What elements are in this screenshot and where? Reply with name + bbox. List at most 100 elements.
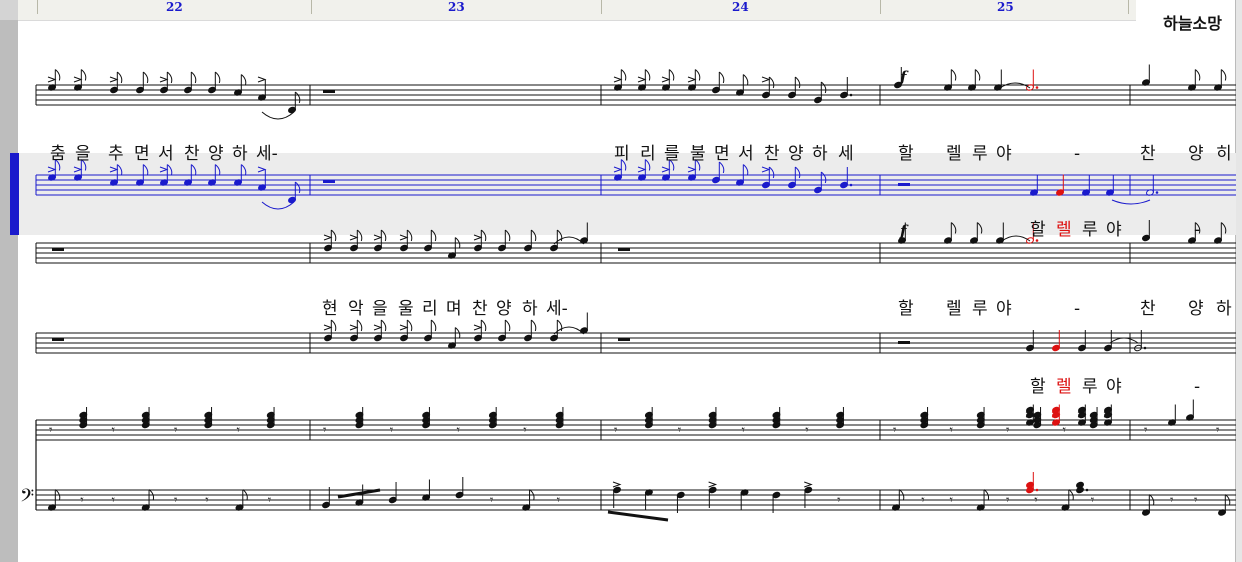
- rest: 𝄾: [268, 493, 272, 508]
- slur: [1109, 337, 1139, 344]
- lyric-syllable: 을: [372, 299, 388, 319]
- accent-mark: [612, 481, 622, 488]
- notes: f f 𝄾 𝄾 𝄾 𝄾 𝄾 𝄾 𝄾 𝄾 𝄾 𝄾 𝄾 𝄾 𝄾 𝄾 𝄾 𝄾 𝄾 𝄾 𝄾 𝄾 𝄾 𝄾 𝄾 𝄾 𝄾 𝄾 𝄾 𝄾 𝄾 𝄾 𝄾 𝄾 𝄾: [47, 64, 1231, 522]
- note-flag: [142, 164, 149, 176]
- rest: 𝄾: [1006, 493, 1010, 508]
- lyric-syllable: 서: [158, 144, 174, 164]
- rest: 𝄾: [237, 423, 241, 438]
- lyric-syllable: -: [1074, 144, 1080, 164]
- dot: [849, 183, 853, 187]
- whole-rest: [618, 338, 630, 341]
- accent-mark: [47, 76, 57, 83]
- note-flag: [142, 71, 149, 84]
- accent-mark: [373, 234, 383, 241]
- lyric-syllable: 하: [522, 299, 538, 319]
- lyric-syllable: 서: [738, 144, 754, 164]
- note-flag: [530, 319, 537, 332]
- rest: 𝄾: [112, 493, 116, 508]
- lyric-syllable: 찬: [184, 144, 200, 164]
- note-flag: [480, 229, 487, 242]
- half-rest: [898, 341, 910, 344]
- rest: 𝄾: [490, 493, 494, 508]
- lyric-syllable: -: [1194, 220, 1200, 240]
- note-flag: [976, 222, 983, 234]
- accent-mark: [159, 76, 169, 83]
- lyric-syllable: 야: [996, 144, 1012, 164]
- accent-mark: [257, 166, 267, 173]
- note-flag: [644, 69, 651, 81]
- note-flag: [718, 71, 725, 84]
- lyric-syllable: 루: [972, 299, 988, 319]
- note-flag: [950, 222, 957, 234]
- note-flag: [530, 229, 537, 242]
- note-flag: [214, 164, 221, 176]
- whole-rest: [52, 248, 64, 251]
- accent-mark: [761, 76, 771, 83]
- accent-mark: [373, 324, 383, 331]
- rest: 𝄾: [1063, 423, 1067, 438]
- rest: 𝄾: [80, 493, 84, 508]
- lyric-syllable: -: [1194, 377, 1200, 397]
- lyric-syllable: 렐: [946, 144, 962, 164]
- rest: 𝄾: [805, 423, 809, 438]
- note-flag: [356, 319, 363, 332]
- accent-mark: [687, 166, 697, 173]
- whole-rest: [323, 180, 335, 183]
- rest: 𝄾: [390, 423, 394, 438]
- accent-mark: [47, 166, 57, 173]
- note-flag: [820, 171, 827, 184]
- accent-mark: [73, 166, 83, 173]
- note-flag: [80, 69, 87, 81]
- note-flag: [668, 69, 675, 81]
- lyric-syllable: 리: [640, 144, 656, 164]
- lyric-syllable: 세-: [256, 144, 278, 164]
- forte-dynamic: f: [899, 68, 909, 86]
- note-flag: [480, 319, 487, 332]
- rest: 𝄾: [1034, 493, 1038, 508]
- accent-mark: [159, 166, 169, 173]
- rest: 𝄾: [457, 423, 461, 438]
- note-flag: [1220, 69, 1227, 81]
- accent-mark: [109, 166, 119, 173]
- note-flag: [620, 69, 627, 81]
- rest: 𝄾: [1091, 493, 1095, 508]
- note-flag: [820, 81, 827, 94]
- lyric-syllable: 불: [690, 144, 706, 164]
- lyric-syllable: 렐: [1056, 220, 1072, 240]
- lyric-syllable: 면: [714, 144, 730, 164]
- accent-mark: [323, 324, 333, 331]
- rest: 𝄾: [49, 423, 53, 438]
- half-rest: [898, 183, 910, 186]
- note-flag: [950, 69, 957, 81]
- rest: 𝄾: [323, 423, 327, 438]
- note-flag: [430, 229, 437, 242]
- lyric-syllable: 면: [134, 144, 150, 164]
- lyric-syllable: 며: [446, 299, 462, 319]
- lyric-syllable: 히: [1216, 144, 1232, 164]
- vertical-scrollbar[interactable]: [1235, 0, 1242, 562]
- lyric-syllable: 세-: [546, 299, 568, 319]
- lyric-syllable: 양: [788, 144, 804, 164]
- lyric-syllable: 리: [422, 299, 438, 319]
- note-flag: [380, 229, 387, 242]
- rest: 𝄾: [1144, 423, 1148, 438]
- lyric-syllable: 야: [1106, 377, 1122, 397]
- lyric-syllable: 찬: [472, 299, 488, 319]
- note-flag: [768, 76, 775, 89]
- dot: [849, 93, 853, 97]
- lyric-syllable: -: [1074, 299, 1080, 319]
- lyric-syllable: 현: [322, 299, 338, 319]
- accent-mark: [473, 234, 483, 241]
- dot: [1035, 488, 1039, 492]
- lyric-syllable: 피: [614, 144, 630, 164]
- rest: 𝄾: [1170, 493, 1174, 508]
- accent-mark: [399, 324, 409, 331]
- rest: 𝄾: [893, 423, 897, 438]
- note-flag: [190, 71, 197, 84]
- score-canvas[interactable]: 𝄢 f f 𝄾 𝄾 𝄾 𝄾 𝄾 𝄾 𝄾 𝄾 𝄾 𝄾 𝄾 𝄾 𝄾 𝄾 𝄾 𝄾 𝄾 𝄾 𝄾 𝄾 𝄾 𝄾 𝄾 𝄾 𝄾 𝄾 𝄾 𝄾 𝄾 𝄾 𝄾 𝄾 𝄾 춤을…: [0, 0, 1236, 562]
- accent-mark: [349, 234, 359, 241]
- note-flag: [214, 71, 221, 84]
- rest: 𝄾: [1006, 423, 1010, 438]
- dot: [1035, 86, 1039, 89]
- dot: [1143, 346, 1147, 350]
